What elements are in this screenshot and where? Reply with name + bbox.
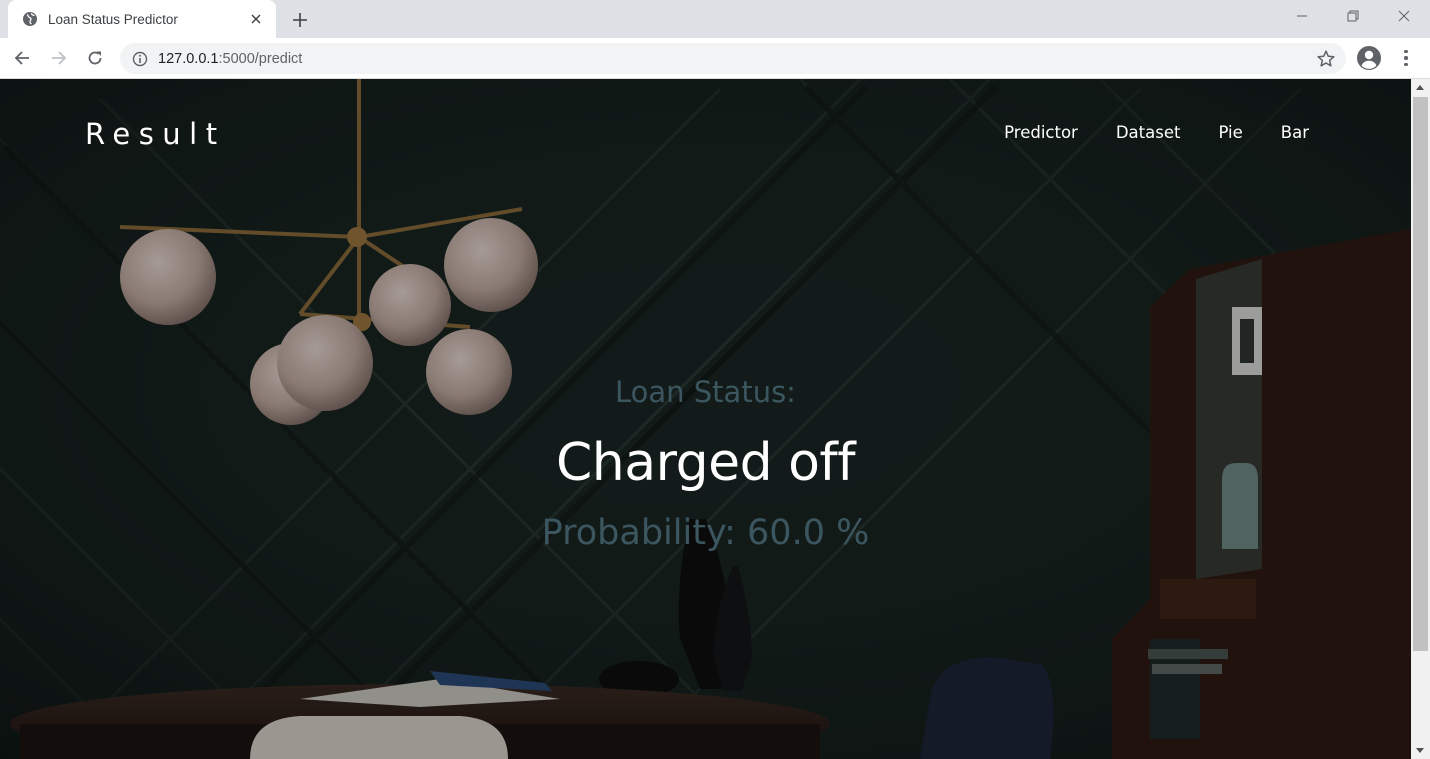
- close-icon[interactable]: [248, 11, 264, 27]
- site-header: Result Predictor Dataset Pie Bar: [0, 79, 1411, 189]
- restore-icon[interactable]: [1340, 6, 1366, 26]
- scrollbar-thumb[interactable]: [1413, 97, 1428, 651]
- scroll-down-icon[interactable]: [1416, 748, 1424, 753]
- tab-strip: Loan Status Predictor: [0, 0, 1430, 38]
- nav-link-bar[interactable]: Bar: [1281, 123, 1309, 142]
- nav-link-pie[interactable]: Pie: [1218, 123, 1242, 142]
- tab-title: Loan Status Predictor: [48, 11, 178, 27]
- main-nav: Predictor Dataset Pie Bar: [1004, 123, 1309, 142]
- minimize-icon[interactable]: [1289, 6, 1315, 26]
- reload-icon[interactable]: [83, 46, 107, 70]
- back-icon[interactable]: [10, 46, 34, 70]
- window-close-icon[interactable]: [1391, 6, 1417, 26]
- url-host: 127.0.0.1: [158, 50, 219, 67]
- loan-status-value: Charged off: [555, 433, 856, 493]
- loan-status-label: Loan Status:: [615, 375, 796, 409]
- page-viewport: Result Predictor Dataset Pie Bar Loan St…: [0, 79, 1411, 759]
- globe-icon: [23, 12, 37, 26]
- browser-tab[interactable]: Loan Status Predictor: [8, 0, 276, 38]
- star-icon[interactable]: [1316, 49, 1336, 69]
- info-icon[interactable]: [132, 51, 148, 67]
- address-bar[interactable]: 127.0.0.1:5000/predict: [120, 43, 1346, 74]
- scroll-up-icon[interactable]: [1416, 85, 1424, 90]
- probability-value: Probability: 60.0 %: [541, 513, 870, 553]
- page-scrollbar[interactable]: [1411, 79, 1430, 759]
- account-icon[interactable]: [1356, 45, 1382, 71]
- browser-toolbar: 127.0.0.1:5000/predict: [0, 38, 1430, 79]
- url-path: :5000/predict: [218, 50, 303, 67]
- nav-link-predictor[interactable]: Predictor: [1004, 123, 1078, 142]
- forward-icon[interactable]: [47, 46, 71, 70]
- plus-icon[interactable]: [288, 8, 312, 32]
- nav-link-dataset[interactable]: Dataset: [1116, 123, 1181, 142]
- menu-icon[interactable]: [1396, 47, 1416, 69]
- site-brand: Result: [85, 117, 226, 151]
